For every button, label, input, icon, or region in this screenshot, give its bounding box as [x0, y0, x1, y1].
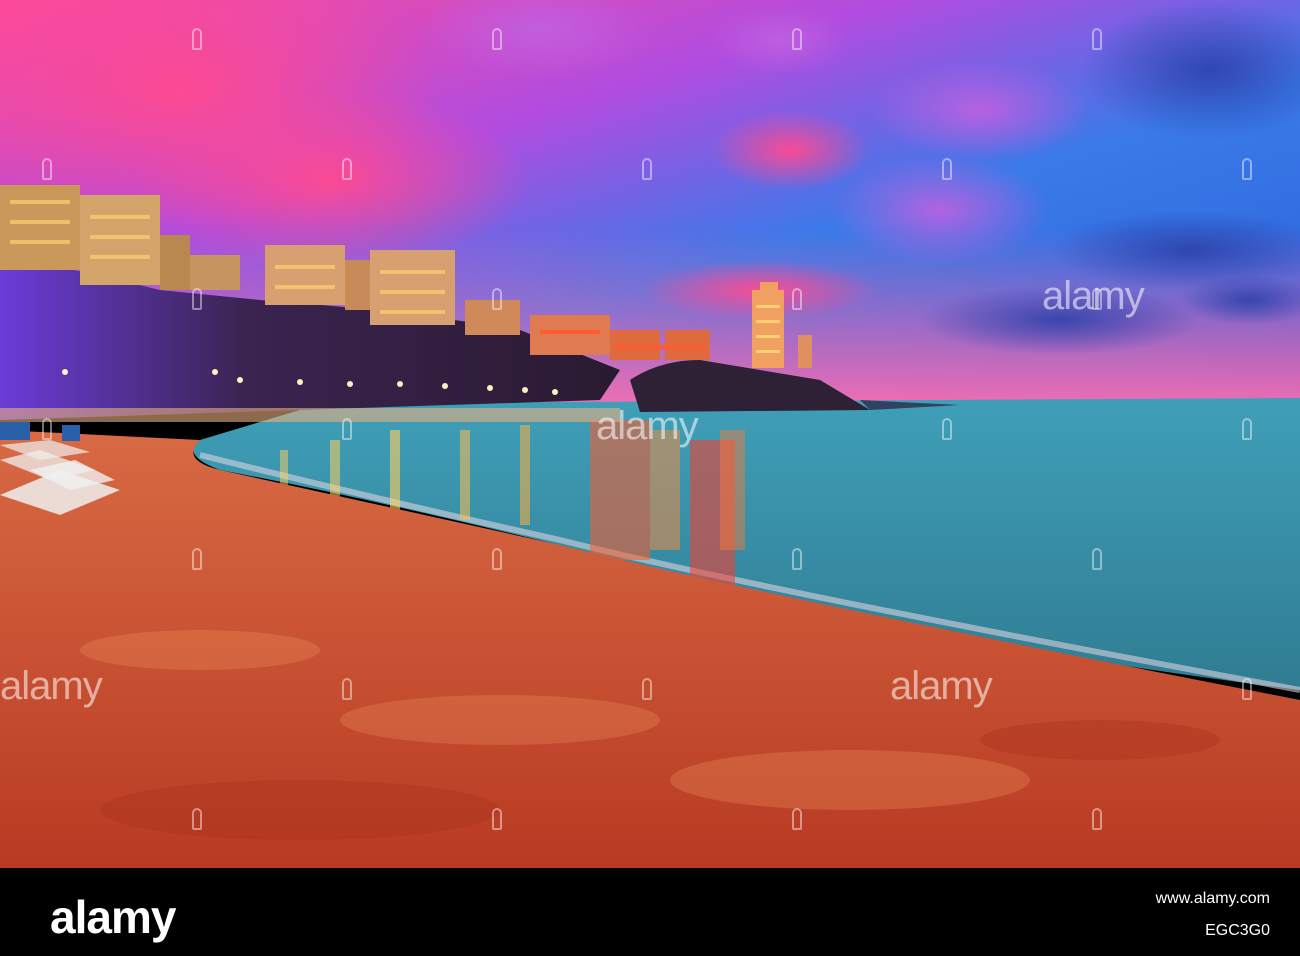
watermark-icon	[492, 288, 502, 310]
watermark-icon	[192, 548, 202, 570]
watermark-text: alamy	[596, 404, 699, 448]
watermark-icon	[642, 678, 652, 700]
footer-bar: alamy www.alamy.com EGC3G0	[0, 868, 1300, 956]
watermark-icon	[1242, 418, 1252, 440]
site-domain[interactable]: www.alamy.com	[1156, 890, 1270, 908]
watermark-icon	[342, 418, 352, 440]
watermark-icon	[42, 158, 52, 180]
beach-sunset-photo: alamy alamy alamy alamy	[0, 0, 1300, 868]
alamy-logo[interactable]: alamy	[50, 890, 176, 944]
watermark-icon	[192, 288, 202, 310]
image-id: EGC3G0	[1205, 922, 1270, 939]
watermark-icon	[342, 678, 352, 700]
watermark-icon	[1092, 28, 1102, 50]
watermark-icon	[192, 28, 202, 50]
watermark-icon	[792, 808, 802, 830]
watermark-icon	[192, 808, 202, 830]
watermark-icon	[1092, 808, 1102, 830]
watermark-icon	[792, 28, 802, 50]
watermark-icon	[492, 28, 502, 50]
watermark-text: alamy	[0, 664, 103, 708]
watermark-icon	[492, 808, 502, 830]
watermark-icon	[492, 548, 502, 570]
watermark-text: alamy	[890, 664, 993, 708]
watermark-icon	[792, 548, 802, 570]
watermark-icon	[942, 418, 952, 440]
watermark-icon	[1092, 548, 1102, 570]
watermark-icon	[1242, 678, 1252, 700]
watermark-icon	[342, 158, 352, 180]
watermark-icon	[642, 158, 652, 180]
watermark-icon	[1242, 158, 1252, 180]
watermark-icon	[42, 418, 52, 440]
watermark-icon	[792, 288, 802, 310]
promenade	[0, 408, 620, 422]
watermark-text: alamy	[1042, 274, 1145, 318]
watermark-icon	[942, 158, 952, 180]
